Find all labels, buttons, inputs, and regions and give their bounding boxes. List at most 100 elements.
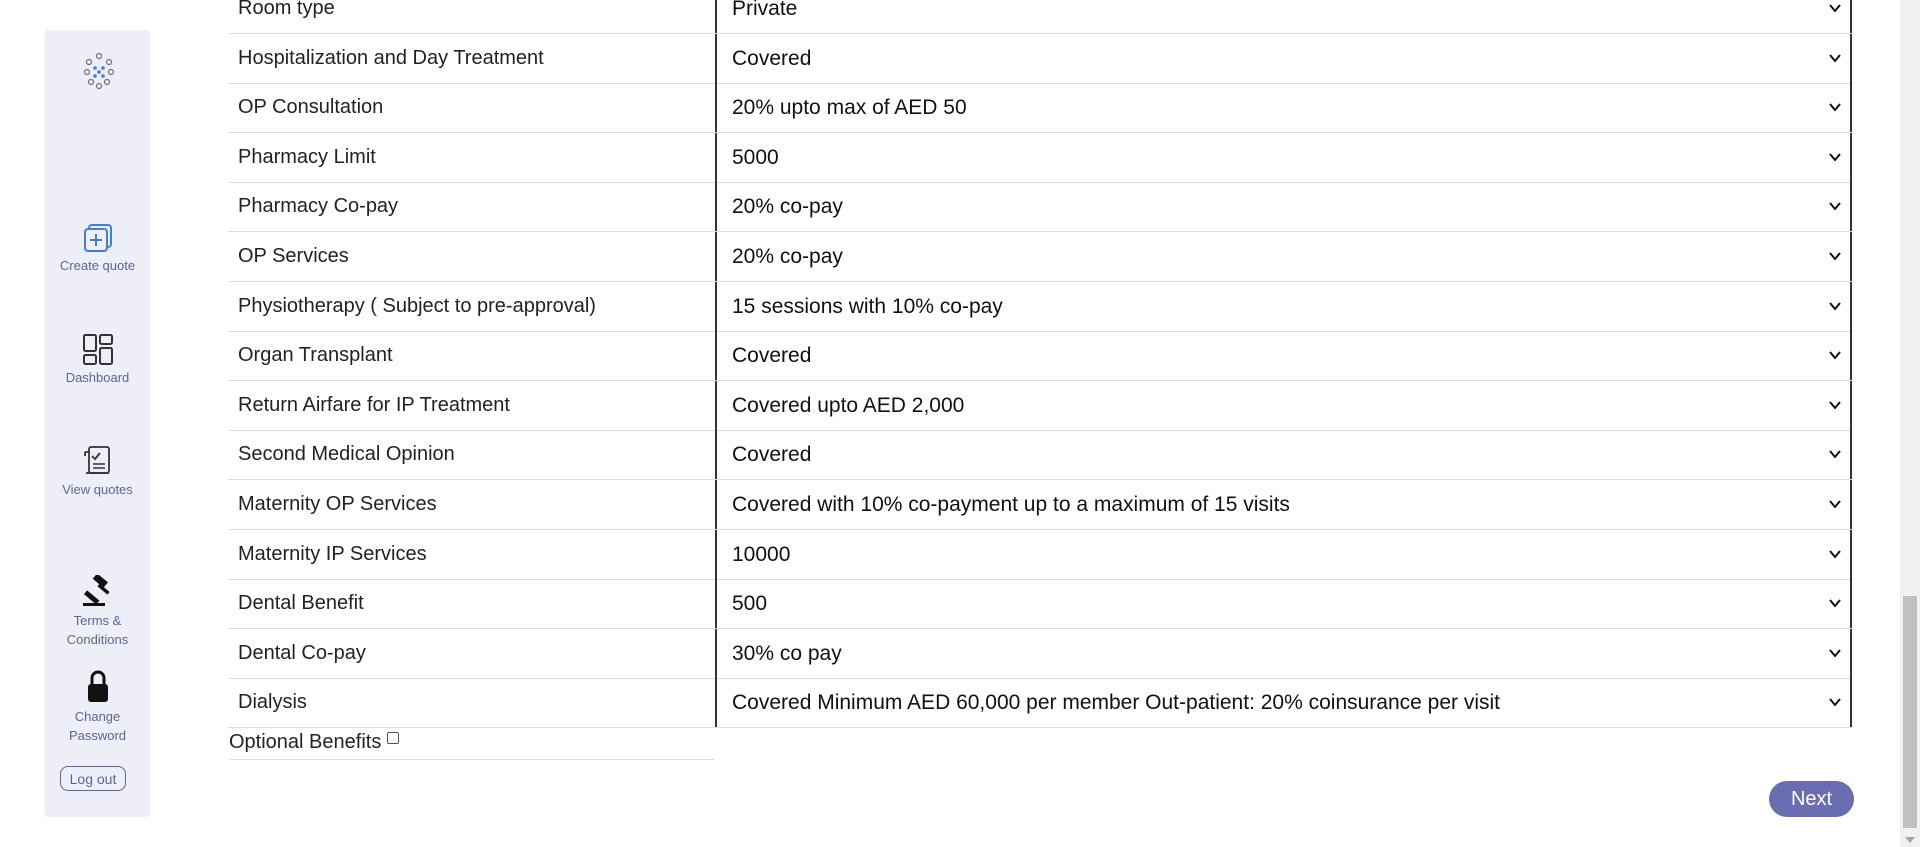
chevron-down-icon (1829, 599, 1841, 608)
select-right-border (1850, 629, 1852, 678)
chevron-down-icon (1829, 153, 1841, 162)
benefit-selected-value: 20% co-pay (732, 195, 843, 218)
dots-flower-logo-icon (83, 52, 115, 90)
chevron-down-icon (1829, 401, 1841, 410)
benefit-label: Organ Transplant (238, 344, 393, 366)
select-right-border (1850, 83, 1852, 132)
select-right-border (1850, 678, 1852, 727)
select-right-border (1850, 34, 1852, 83)
chevron-down-icon (1829, 550, 1841, 559)
optional-benefits-checkbox[interactable] (387, 732, 400, 744)
nav-view-quotes-label: View quotes (62, 482, 133, 497)
benefit-select[interactable]: 20% co-pay (717, 182, 1850, 231)
benefit-selected-value: Covered upto AED 2,000 (732, 394, 965, 417)
nav-view-quotes[interactable]: View quotes (45, 444, 150, 499)
nav-create-quote[interactable]: Create quote (45, 220, 150, 275)
benefit-row: Hospitalization and Day Treatment Covered (228, 34, 1853, 84)
benefit-row: Dental Co-pay 30% co pay (228, 629, 1853, 679)
dashboard-grid-icon (82, 334, 113, 365)
next-button[interactable]: Next (1769, 781, 1854, 817)
page-scrollbar[interactable] (1900, 0, 1920, 847)
benefit-select[interactable]: Private (717, 0, 1850, 33)
benefit-select[interactable]: 500 (717, 579, 1850, 628)
benefit-selected-value: Covered (732, 344, 812, 367)
benefit-label: Dental Benefit (238, 592, 364, 614)
benefit-select[interactable]: 30% co pay (717, 629, 1850, 678)
benefit-row: Pharmacy Co-pay 20% co-pay (228, 182, 1853, 232)
select-right-border (1850, 331, 1852, 380)
select-right-border (1850, 282, 1852, 331)
chevron-down-icon (1829, 500, 1841, 509)
chevron-down-icon (1829, 202, 1841, 211)
nav-dashboard-label: Dashboard (65, 370, 130, 385)
nav-dashboard[interactable]: Dashboard (45, 332, 150, 387)
benefit-row: Dialysis Covered Minimum AED 60,000 per m… (228, 678, 1853, 728)
chevron-down-icon (1829, 351, 1841, 360)
nav-change-password[interactable]: Change Password (45, 667, 150, 745)
benefit-label: Physiotherapy ( Subject to pre-approval) (238, 295, 596, 317)
benefit-selected-value: Covered Minimum AED 60,000 per member Ou… (732, 691, 1501, 714)
benefit-selected-value: Covered with 10% co-payment up to a maxi… (732, 493, 1290, 516)
chevron-down-icon (1829, 4, 1841, 13)
scrollbar-thumb[interactable] (1903, 596, 1917, 828)
benefit-selected-value: 10000 (732, 543, 791, 566)
benefit-label: OP Consultation (238, 96, 384, 118)
benefit-selected-value: Private (732, 0, 798, 20)
benefit-select[interactable]: Covered (717, 430, 1850, 479)
benefit-selected-value: 20% upto max of AED 50 (732, 96, 967, 119)
optional-benefits: Optional Benefits (229, 726, 714, 760)
benefit-label: Hospitalization and Day Treatment (238, 47, 544, 69)
benefit-select[interactable]: 10000 (717, 530, 1850, 579)
nav-change-password-label-1: Change (74, 709, 121, 724)
benefit-label: Dental Co-pay (238, 642, 366, 664)
benefit-label: Return Airfare for IP Treatment (238, 394, 510, 416)
benefit-selected-value: 15 sessions with 10% co-pay (732, 295, 1003, 318)
benefit-row: Physiotherapy ( Subject to pre-approval)… (228, 282, 1853, 332)
select-right-border (1850, 430, 1852, 479)
nav-terms-conditions[interactable]: Terms & Conditions (45, 575, 150, 649)
benefit-select[interactable]: Covered upto AED 2,000 (717, 381, 1850, 430)
select-right-border (1850, 133, 1852, 182)
benefit-row: Room type Private (228, 0, 1853, 34)
optional-benefits-label: Optional Benefits (229, 731, 382, 753)
benefit-select[interactable]: 15 sessions with 10% co-pay (717, 282, 1850, 331)
benefit-select[interactable]: Covered (717, 331, 1850, 380)
benefit-row: OP Consultation 20% upto max of AED 50 (228, 83, 1853, 133)
benefit-select[interactable]: 5000 (717, 133, 1850, 182)
benefit-select[interactable]: 20% upto max of AED 50 (717, 83, 1850, 132)
select-right-border (1850, 182, 1852, 231)
benefit-selected-value: Covered (732, 443, 812, 466)
select-right-border (1850, 0, 1852, 33)
benefit-selected-value: 500 (732, 592, 768, 615)
benefit-label: Dialysis (238, 691, 307, 713)
benefit-select[interactable]: 20% co-pay (717, 232, 1850, 281)
benefit-row: Organ Transplant Covered (228, 331, 1853, 381)
plus-square-icon (83, 224, 112, 252)
logout-button[interactable]: Log out (60, 766, 126, 791)
sidebar: Create quote Dashboard View quotes Terms… (45, 30, 150, 817)
benefit-row: Pharmacy Limit 5000 (228, 133, 1853, 183)
benefit-label: Maternity OP Services (238, 493, 437, 515)
benefit-label: OP Services (238, 245, 349, 267)
chevron-down-icon (1829, 649, 1841, 658)
benefit-row: Dental Benefit 500 (228, 579, 1853, 629)
benefit-label: Maternity IP Services (238, 543, 427, 565)
benefit-label: Pharmacy Co-pay (238, 195, 399, 217)
select-right-border (1850, 579, 1852, 628)
nav-terms-label-1: Terms & (73, 613, 122, 628)
select-right-border (1850, 381, 1852, 430)
gavel-icon (82, 575, 110, 606)
benefit-select[interactable]: Covered Minimum AED 60,000 per member Ou… (717, 678, 1850, 727)
benefit-selected-value: Covered (732, 47, 812, 70)
benefit-select[interactable]: Covered (717, 34, 1850, 83)
chevron-down-icon (1829, 450, 1841, 459)
benefit-select[interactable]: Covered with 10% co-payment up to a maxi… (717, 480, 1850, 529)
chevron-down-icon (1829, 103, 1841, 112)
benefit-row: Maternity IP Services 10000 (228, 530, 1853, 580)
select-right-border (1850, 530, 1852, 579)
scroll-down-arrow-icon[interactable] (1905, 837, 1915, 843)
chevron-down-icon (1829, 302, 1841, 311)
nav-terms-label-2: Conditions (66, 632, 129, 647)
benefit-selected-value: 5000 (732, 146, 779, 169)
select-right-border (1850, 480, 1852, 529)
